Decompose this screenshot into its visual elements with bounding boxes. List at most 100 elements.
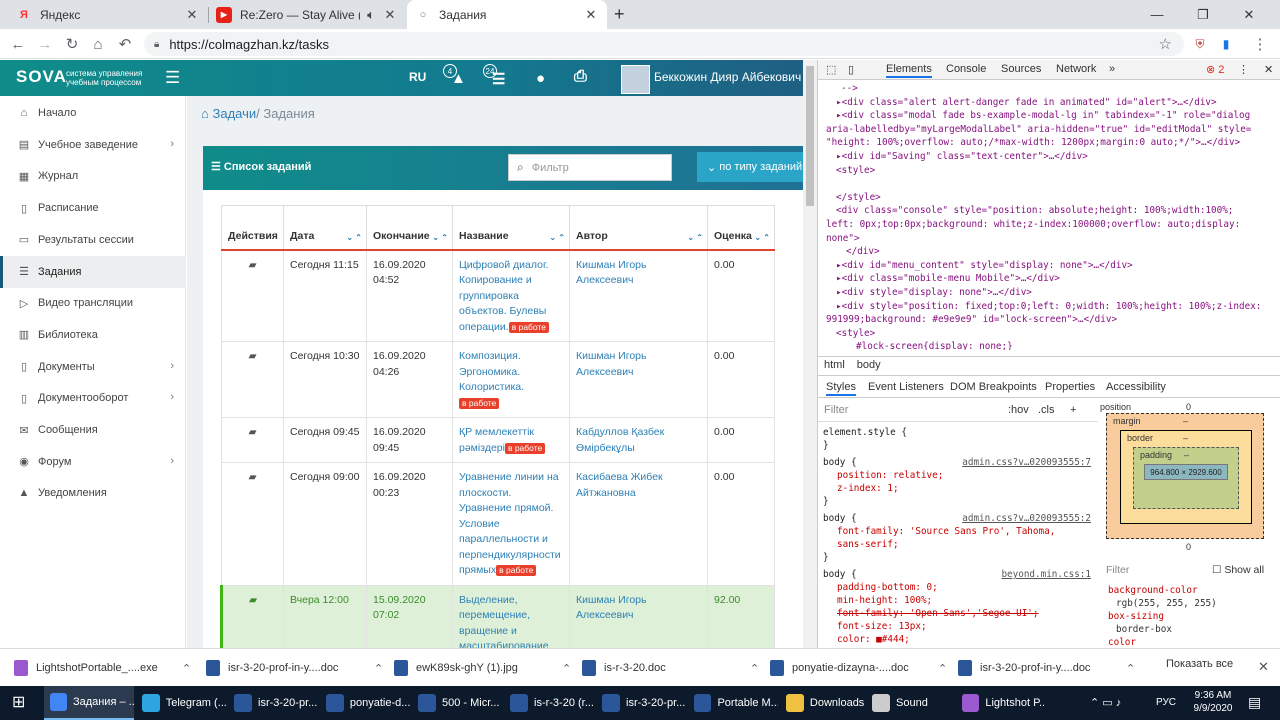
user-name[interactable]: Беккожин Дияр Айбекович: [654, 70, 801, 84]
css-declaration[interactable]: min-height: 100%;: [823, 594, 1091, 607]
dom-node-line[interactable]: #lock-screen{display: none;}: [822, 340, 1262, 350]
sidebar-item-7[interactable]: ▷ Видео трансляции: [0, 287, 186, 319]
css-declaration[interactable]: font-size: 13px;: [823, 620, 1091, 633]
taskbar-item[interactable]: is-r-3-20 (r...: [504, 686, 594, 720]
sidebar-item-2[interactable]: ▤ Учебное заведение ›: [0, 129, 186, 161]
rule-source-link[interactable]: admin.css?v…020093555:7: [962, 456, 1091, 469]
css-declaration[interactable]: z-index: 1;: [823, 482, 1091, 495]
download-item[interactable]: isr-3-20-prof-in-y....doc ⌃: [206, 649, 386, 687]
dom-node-line[interactable]: ▸<div class="modal fade bs-example-modal…: [822, 109, 1262, 123]
sidebar-item-9[interactable]: ▯ Документы ›: [0, 351, 186, 383]
sidebar-item-3[interactable]: ▦ Журнал: [0, 160, 186, 192]
taskbar-item[interactable]: Portable M...: [688, 686, 778, 720]
dom-node-line[interactable]: aria-labelledby="myLargeModalLabel" aria…: [822, 123, 1262, 137]
system-clock[interactable]: 9:36 AM 9/9/2020: [1188, 689, 1238, 715]
table-row[interactable]: ▰ Сегодня 11:15 16.09.2020 04:52 Цифровой ди…: [221, 249, 775, 342]
hamburger-menu-icon[interactable]: ☰: [165, 68, 180, 88]
css-rule[interactable]: body {admin.css?v…020093555:7 position: r…: [823, 456, 1091, 508]
task-title-link[interactable]: Композиция. Эргономика. Колористика.: [459, 350, 524, 393]
browser-tab-tasks[interactable]: ○ Задания ✕: [407, 0, 607, 29]
subtab-styles[interactable]: Styles: [826, 381, 856, 396]
more-tabs-icon[interactable]: »: [1109, 63, 1115, 75]
print-icon[interactable]: ⎙: [574, 68, 587, 86]
sort-arrows-icon[interactable]: ⌄ ⌃: [687, 233, 703, 242]
download-item[interactable]: is-r-3-20.doc ⌃: [582, 649, 762, 687]
column-header[interactable]: Дата ⌄ ⌃: [283, 205, 367, 251]
hov-toggle[interactable]: :hov: [1008, 404, 1029, 417]
show-all-downloads-button[interactable]: Показать все: [1166, 658, 1246, 678]
tab-sources[interactable]: Sources: [1001, 63, 1041, 75]
input-language[interactable]: РУС: [1156, 697, 1176, 708]
dom-node-line[interactable]: none">: [822, 232, 1262, 246]
author-link[interactable]: Касибаева Жибек Айтжановна: [576, 471, 663, 499]
windows-start-icon[interactable]: ⊞: [12, 694, 30, 712]
taskbar-item[interactable]: Lightshot P...: [956, 686, 1046, 720]
dom-node-line[interactable]: <style>: [822, 327, 1262, 341]
taskbar-item[interactable]: isr-3-20-pr...: [228, 686, 318, 720]
dom-node-line[interactable]: left: 0px;top:0px;background: white;z-in…: [822, 218, 1262, 232]
show-all-checkbox[interactable]: ☐ Show all: [1212, 564, 1264, 576]
taskbar-item[interactable]: Telegram (...: [136, 686, 226, 720]
author-link[interactable]: Кишман Игорь Алексеевич: [576, 350, 646, 378]
dom-node-line[interactable]: <style>: [822, 164, 1262, 178]
crumb-html[interactable]: html: [824, 359, 845, 371]
new-tab-plus-icon[interactable]: +: [614, 4, 625, 25]
sidebar-item-4[interactable]: ▯ Расписание: [0, 192, 186, 224]
css-rule[interactable]: body {beyond.min.css:1 padding-bottom: 0;…: [823, 568, 1091, 646]
back-arrow-icon[interactable]: ←: [8, 34, 28, 54]
chevron-up-icon[interactable]: ⌃: [1126, 662, 1135, 675]
rule-source-link[interactable]: admin.css?v…020093555:2: [962, 512, 1091, 525]
dom-node-line[interactable]: ▸<div id="menu_content" style="display: …: [822, 259, 1262, 273]
dom-node-line[interactable]: ▸<div style="position: fixed;top:0;left:…: [822, 300, 1262, 314]
subtab-properties[interactable]: Properties: [1045, 381, 1095, 393]
undo-icon[interactable]: ↶: [115, 34, 135, 54]
author-link[interactable]: Кишман Игорь Алексеевич: [576, 259, 646, 287]
tray-icons[interactable]: ⌃ ▭ ♪: [1090, 696, 1121, 709]
author-link[interactable]: Кишман Игорь Алексеевич: [576, 594, 646, 622]
css-declaration[interactable]: padding-bottom: 0;: [823, 581, 1091, 594]
close-tab-icon[interactable]: ✕: [184, 7, 200, 23]
taskbar-item[interactable]: Downloads: [780, 686, 864, 720]
subtab-dom-breakpoints[interactable]: DOM Breakpoints: [950, 381, 1037, 393]
home-icon[interactable]: ⌂: [88, 34, 108, 54]
browser-tab-rezero[interactable]: ▶ Re:Zero — Stay Alive (ED 2) 🔈︎ ✕: [208, 0, 406, 29]
close-shelf-icon[interactable]: ✕: [1258, 659, 1269, 675]
chrome-menu-icon[interactable]: ⋮: [1250, 34, 1270, 54]
device-toolbar-icon[interactable]: ▯: [848, 63, 854, 76]
bookmark-star-icon[interactable]: ☆: [1159, 35, 1172, 53]
chevron-up-icon[interactable]: ⌃: [182, 662, 191, 675]
css-declaration[interactable]: position: relative;: [823, 469, 1091, 482]
browser-tab-yandex[interactable]: Я Яндекс ✕: [8, 0, 208, 29]
computed-prop[interactable]: background-color: [1108, 584, 1278, 597]
dom-node-line[interactable]: "height: 100%;overflow: auto;/*max-width…: [822, 136, 1262, 150]
rule-source-link[interactable]: beyond.min.css:1: [1001, 568, 1091, 581]
inspect-element-icon[interactable]: ⬚: [826, 63, 836, 76]
user-icon[interactable]: ●: [536, 70, 545, 87]
language-switch[interactable]: RU: [409, 70, 426, 84]
dom-node-line[interactable]: ▸<div style="display: none">…</div>: [822, 286, 1262, 300]
dom-node-line[interactable]: <div class="console" style="position: ab…: [822, 204, 1262, 218]
dom-node-line[interactable]: ▸<div class="mobile-menu Mobile">…</div>: [822, 272, 1262, 286]
sidebar-item-1[interactable]: ⌂ Начало: [0, 97, 186, 129]
address-bar[interactable]: 🔒︎ https://colmagzhan.kz/tasks ☆: [144, 32, 1184, 56]
table-row[interactable]: ▰ Сегодня 09:45 16.09.2020 09:45 ҚР мемлекет…: [221, 417, 775, 463]
column-header[interactable]: Оценка ⌄ ⌃: [707, 205, 775, 251]
download-item[interactable]: ewK89sk-ghY (1).jpg ⌃: [394, 649, 574, 687]
css-declaration[interactable]: font-family: 'Source Sans Pro', Tahoma,: [823, 525, 1091, 538]
dom-node-line[interactable]: </style>: [822, 191, 1262, 205]
sidebar-item-6[interactable]: ☰ Задания: [0, 255, 186, 288]
table-row[interactable]: ▰ Сегодня 10:30 16.09.2020 04:26 Композиция.…: [221, 341, 775, 418]
sova-logo[interactable]: SOVA: [16, 67, 67, 87]
sidebar-item-5[interactable]: ▭ Результаты сессии: [0, 224, 186, 256]
chevron-up-icon[interactable]: ⌃: [750, 662, 759, 675]
sort-arrows-icon[interactable]: ⌄ ⌃: [549, 233, 565, 242]
extension-battery-icon[interactable]: ▮: [1216, 34, 1236, 54]
sort-arrows-icon[interactable]: ⌄ ⌃: [432, 233, 448, 242]
taskbar-item[interactable]: Задания – ...: [44, 686, 134, 720]
add-rule-icon[interactable]: +: [1070, 404, 1076, 417]
breadcrumb-home-icon[interactable]: ⌂: [201, 106, 209, 121]
taskbar-item[interactable]: Sound: [866, 686, 954, 720]
dom-node-line[interactable]: [822, 177, 1262, 191]
dom-node-line[interactable]: </div>: [822, 245, 1262, 259]
cls-toggle[interactable]: .cls: [1038, 404, 1055, 417]
